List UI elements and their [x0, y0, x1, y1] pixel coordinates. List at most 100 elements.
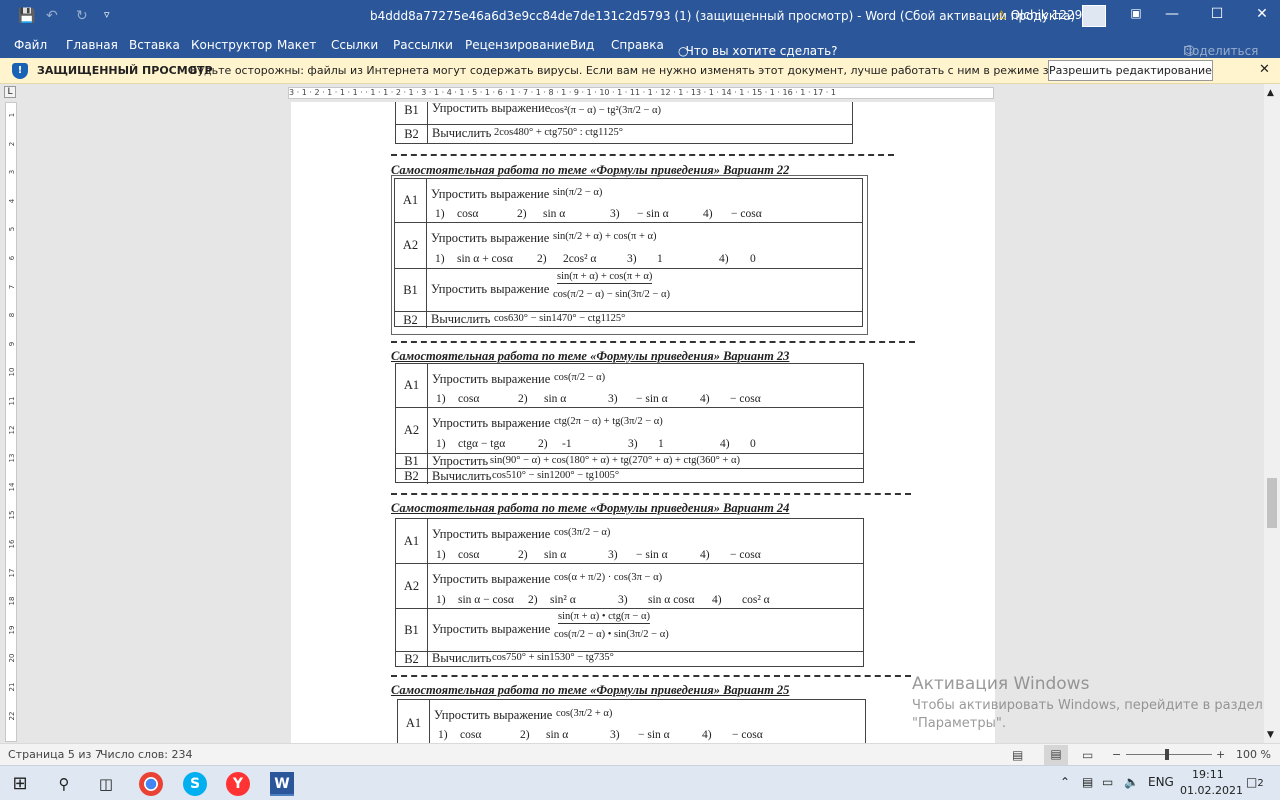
page-indicator[interactable]: Страница 5 из 7 [8, 748, 102, 761]
tray-chevron-icon[interactable]: ⌃ [1060, 775, 1070, 789]
horizontal-ruler[interactable]: 3 · 1 · 2 · 1 · 1 · 1 · · 1 · 1 · 2 · 1 … [288, 87, 994, 99]
web-layout-icon[interactable]: ▭ [1082, 748, 1093, 762]
notification-count: 2 [1257, 778, 1264, 789]
task-expression: cos750° + sin1530° − tg735° [492, 652, 614, 663]
task-text: Упростить [432, 454, 489, 468]
skype-icon[interactable]: S [183, 772, 207, 796]
task-text: Упростить выражение [431, 231, 550, 245]
answer-value: − sin α [637, 208, 669, 220]
variant-25-table: A1 Упростить выражение cos(3π/2 + α) 1) … [397, 699, 866, 743]
language-indicator[interactable]: ENG [1148, 775, 1174, 789]
tab-design[interactable]: Конструктор [191, 38, 272, 52]
answer-number: 1) [436, 393, 446, 405]
answer-number: 2) [517, 208, 527, 220]
ruler-mark: 8 [8, 312, 16, 318]
vertical-ruler[interactable]: 1 2 3 4 5 6 7 8 9 10 11 12 13 14 15 16 17 18 19 20 21 22 [5, 102, 17, 742]
word-count[interactable]: Число слов: 234 [100, 748, 193, 761]
document-title: b4ddd8a77275e46a6d3e9cc84de7de131c2d5793… [370, 9, 1076, 23]
tab-help[interactable]: Справка [611, 38, 664, 52]
answer-value: − sin α [638, 729, 670, 741]
start-icon[interactable]: ⊞ [8, 772, 32, 796]
share-label: Поделиться [1183, 44, 1259, 58]
yandex-icon[interactable]: Y [226, 772, 250, 796]
close-icon[interactable]: ✕ [1259, 62, 1270, 77]
print-layout-icon[interactable]: ▤ [1044, 745, 1068, 765]
clock-time[interactable]: 19:11 [1192, 768, 1224, 781]
notifications-icon[interactable]: □2 [1246, 775, 1264, 789]
scroll-thumb[interactable] [1267, 478, 1277, 528]
undo-icon[interactable]: ↶ [46, 8, 58, 24]
table-row: A1 Упростить выражение cos(3π/2 − α) 1) … [396, 519, 863, 564]
redo-icon[interactable]: ↻ [76, 8, 88, 24]
task-expression: sin(π/2 + α) + cos(π + α) [553, 231, 657, 242]
dashed-separator [391, 675, 911, 677]
tab-references[interactable]: Ссылки [331, 38, 378, 52]
answer-number: 1) [435, 253, 445, 265]
ruler-mark: 7 [8, 284, 16, 289]
task-text: Упростить выражение [432, 416, 551, 430]
answer-number: 2) [518, 393, 528, 405]
chrome-icon[interactable] [139, 772, 163, 796]
table-row: B2 Вычислить cos630° − sin1470° − ctg112… [395, 312, 862, 328]
answer-value: sin α + cosα [457, 253, 513, 265]
close-icon[interactable]: ✕ [1250, 6, 1274, 22]
search-icon[interactable]: ⚲ [52, 772, 76, 796]
maximize-icon[interactable]: ☐ [1205, 6, 1229, 22]
zoom-out-button[interactable]: − [1112, 748, 1121, 761]
table-row: A1 Упростить выражение cos(3π/2 + α) 1) … [398, 700, 865, 743]
user-account[interactable]: ⚠ Olchik 1229 [996, 8, 1082, 22]
scroll-up-icon[interactable]: ▲ [1267, 88, 1274, 98]
answer-value: − cosα [731, 208, 762, 220]
minimize-icon[interactable]: — [1160, 6, 1184, 22]
tab-selector[interactable]: L [4, 86, 16, 98]
save-icon[interactable]: 💾 [18, 8, 35, 24]
variant-23-table: A1 Упростить выражение cos(π/2 − α) 1) c… [395, 363, 864, 484]
variant-heading: Самостоятельная работа по теме «Формулы … [391, 683, 790, 697]
task-view-icon[interactable]: ◫ [94, 772, 118, 796]
task-code: B1 [396, 609, 428, 651]
tab-file[interactable]: Файл [14, 38, 47, 52]
tab-insert[interactable]: Вставка [129, 38, 180, 52]
network-icon[interactable]: ▤ [1082, 775, 1093, 789]
answer-number: 4) [719, 253, 729, 265]
avatar[interactable] [1082, 5, 1106, 27]
scroll-down-icon[interactable]: ▼ [1267, 730, 1274, 740]
variant-heading: Самостоятельная работа по теме «Формулы … [391, 501, 790, 515]
ribbon-display-icon[interactable]: ▣ [1124, 6, 1148, 20]
enable-editing-button[interactable]: Разрешить редактирование [1048, 60, 1213, 81]
word-icon[interactable]: W [270, 772, 294, 796]
vertical-scrollbar[interactable]: ▲ ▼ [1264, 84, 1280, 743]
table-row: B2 Вычислить cos510° − sin1200° − tg1005… [396, 469, 863, 484]
zoom-thumb[interactable] [1165, 749, 1169, 760]
task-code: A2 [396, 564, 428, 608]
zoom-level[interactable]: 100 % [1236, 748, 1271, 761]
tab-layout[interactable]: Макет [277, 38, 316, 52]
clock-date[interactable]: 01.02.2021 [1180, 784, 1243, 797]
tab-review[interactable]: Рецензирование [465, 38, 570, 52]
taskbar: ⊞ ⚲ ◫ S Y W ⌃ ▤ ▭ 🔈 ENG 19:11 01.02.2021… [0, 765, 1280, 800]
answer-value: sin α − cosα [458, 594, 514, 606]
answer-number: 3) [628, 438, 638, 450]
task-code: B2 [396, 469, 428, 484]
tab-view[interactable]: Вид [570, 38, 594, 52]
task-text: Вычислить [431, 312, 491, 326]
read-mode-icon[interactable]: ▤ [1012, 748, 1023, 762]
volume-icon[interactable]: 🔈 [1124, 775, 1139, 789]
variant-24-table: A1 Упростить выражение cos(3π/2 − α) 1) … [395, 518, 864, 667]
battery-icon[interactable]: ▭ [1102, 775, 1113, 789]
document-page: B1 Упростить выражение cos²(π − α) − tg²… [291, 102, 995, 743]
document-canvas: B1 Упростить выражение cos²(π − α) − tg²… [18, 102, 1264, 743]
tab-mailings[interactable]: Рассылки [393, 38, 453, 52]
fraction-numerator: sin(π + α) + cos(π + α) [557, 271, 653, 284]
customize-icon[interactable]: ▿ [104, 8, 110, 21]
tell-me-box[interactable]: ○ Что вы хотите сделать? [678, 38, 838, 58]
activation-watermark: Активация Windows Чтобы активировать Win… [912, 674, 1263, 733]
tab-home[interactable]: Главная [66, 38, 118, 52]
zoom-slider[interactable] [1126, 754, 1212, 755]
zoom-in-button[interactable]: + [1216, 748, 1225, 761]
task-expression: cos²(π − α) − tg²(3π/2 − α) [550, 105, 661, 116]
task-code: A1 [395, 179, 427, 222]
dashed-separator [391, 493, 911, 495]
task-expression: 2cos480° + ctg750° : ctg1125° [494, 127, 623, 138]
answer-number: 2) [520, 729, 530, 741]
